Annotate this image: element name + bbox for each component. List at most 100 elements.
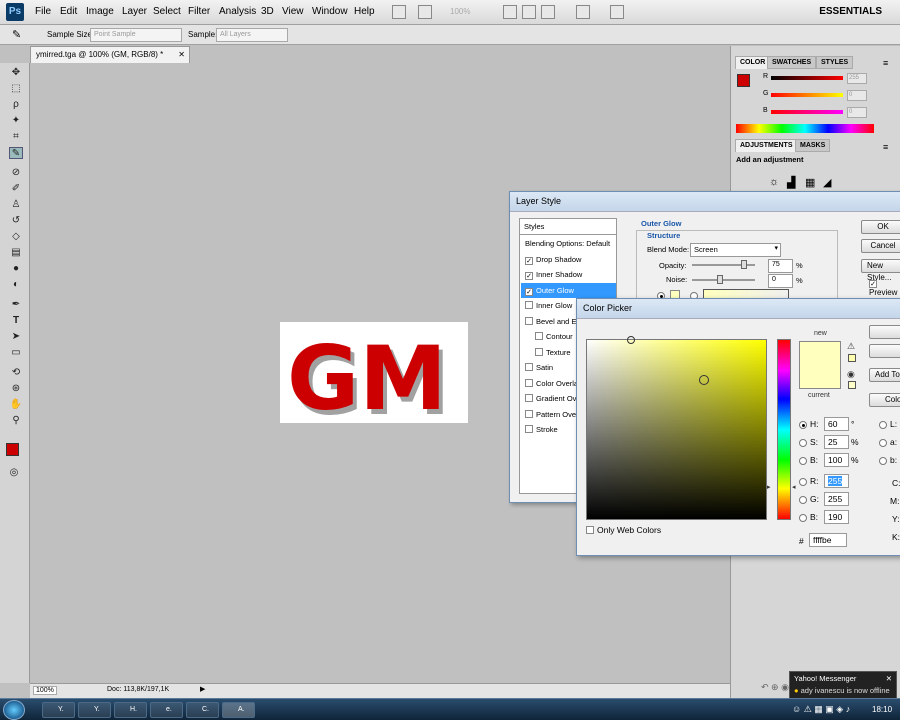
- history-brush-icon[interactable]: ↺: [9, 215, 23, 227]
- menu-view[interactable]: View: [282, 6, 304, 17]
- r-radio[interactable]: [799, 478, 807, 486]
- b-value[interactable]: 0: [847, 107, 867, 118]
- color-picker-title[interactable]: Color Picker: [577, 299, 900, 319]
- s-radio[interactable]: [799, 439, 807, 447]
- curves-icon[interactable]: ▦: [805, 176, 815, 189]
- menu-filter[interactable]: Filter: [188, 6, 210, 17]
- menu-file[interactable]: File: [35, 6, 51, 17]
- tab-color[interactable]: COLOR: [735, 56, 771, 69]
- g-radio[interactable]: [799, 496, 807, 504]
- menu-select[interactable]: Select: [153, 6, 181, 17]
- only-web-colors-checkbox[interactable]: Only Web Colors: [586, 525, 661, 535]
- crop-tool-icon[interactable]: ⌗: [9, 131, 23, 143]
- style-item-checkbox[interactable]: [525, 378, 533, 387]
- style-item-checkbox[interactable]: [525, 301, 533, 309]
- task-yahoo-2[interactable]: Y.: [78, 702, 111, 718]
- foreground-color-swatch[interactable]: [6, 443, 19, 456]
- yahoo-messenger-notification[interactable]: Yahoo! Messenger ✕ ● ady ivanescu is now…: [789, 671, 897, 699]
- saturation-brightness-field[interactable]: [586, 336, 767, 520]
- menu-layer[interactable]: Layer: [122, 6, 147, 17]
- 3d-orbit-icon[interactable]: ⊛: [9, 383, 23, 395]
- hue-slider[interactable]: [777, 339, 791, 520]
- clock[interactable]: 18:10: [872, 705, 892, 714]
- pen-tool-icon[interactable]: ✒: [9, 299, 23, 311]
- tray-icons[interactable]: ☺ ⚠ ▦ ▣ ◈ ♪: [792, 704, 850, 715]
- s-input[interactable]: 25: [824, 435, 849, 449]
- style-item-checkbox[interactable]: [525, 316, 533, 325]
- opacity-input[interactable]: 75: [768, 259, 793, 273]
- color-spectrum-bar[interactable]: [736, 124, 874, 133]
- view-extras-icon[interactable]: [418, 5, 432, 19]
- screen-mode-icon[interactable]: [610, 5, 624, 19]
- style-item-checkbox[interactable]: [525, 394, 533, 402]
- task-c[interactable]: C.: [186, 702, 219, 718]
- current-color-swatch[interactable]: [799, 365, 841, 389]
- tab-masks[interactable]: MASKS: [795, 139, 831, 152]
- dodge-tool-icon[interactable]: ◐: [9, 279, 23, 291]
- lab-b-radio[interactable]: [879, 457, 887, 465]
- levels-icon[interactable]: ▟: [787, 176, 795, 189]
- status-zoom[interactable]: 100%: [33, 686, 57, 695]
- h-radio[interactable]: [799, 421, 807, 429]
- marquee-tool-icon[interactable]: ⬚: [9, 83, 23, 95]
- style-item[interactable]: ✓ Inner Shadow: [521, 267, 616, 282]
- path-select-icon[interactable]: ➤: [9, 331, 23, 343]
- blue-radio[interactable]: [799, 514, 807, 522]
- style-item[interactable]: Blending Options: Default: [521, 236, 616, 251]
- hex-input[interactable]: ffffbe: [809, 533, 847, 547]
- arrange-documents-icon[interactable]: [576, 5, 590, 19]
- tab-swatches[interactable]: SWATCHES: [767, 56, 817, 69]
- style-item-checkbox[interactable]: [525, 409, 533, 418]
- tab-adjustments[interactable]: ADJUSTMENTS: [735, 139, 798, 152]
- hue-slider-left-arrow-icon[interactable]: ▸: [767, 483, 771, 491]
- clone-stamp-icon[interactable]: ♙: [9, 199, 23, 211]
- color-picker-cancel-button[interactable]: [869, 344, 900, 358]
- layer-style-title[interactable]: Layer Style: [510, 192, 900, 212]
- type-tool-icon[interactable]: T: [9, 315, 23, 327]
- color-picker-ok-button[interactable]: [869, 325, 900, 339]
- style-item-checkbox[interactable]: ✓: [525, 287, 533, 296]
- task-explorer[interactable]: e.: [150, 702, 183, 718]
- healing-brush-icon[interactable]: ⊘: [9, 167, 23, 179]
- brush-tool-icon[interactable]: ✐: [9, 183, 23, 195]
- 3d-rotate-icon[interactable]: ⟲: [9, 367, 23, 379]
- exposure-icon[interactable]: ◢: [823, 176, 831, 189]
- style-item-checkbox[interactable]: ✓: [525, 272, 533, 280]
- r-value[interactable]: 255: [847, 73, 867, 84]
- b-input[interactable]: 100: [824, 453, 849, 467]
- menu-image[interactable]: Image: [86, 6, 114, 17]
- hue-slider-right-arrow-icon[interactable]: ◂: [792, 483, 796, 491]
- cancel-button[interactable]: Cancel: [861, 239, 900, 253]
- document-image[interactable]: GM GM: [280, 322, 468, 435]
- g-input[interactable]: 255: [824, 492, 849, 506]
- gradient-tool-icon[interactable]: ▤: [9, 247, 23, 259]
- menu-analysis[interactable]: Analysis: [219, 6, 256, 17]
- a-radio[interactable]: [879, 439, 887, 447]
- eraser-tool-icon[interactable]: ◇: [9, 231, 23, 243]
- style-item-checkbox[interactable]: ✓: [525, 256, 533, 265]
- document-tab[interactable]: ymirred.tga @ 100% (GM, RGB/8) * ✕: [30, 46, 190, 63]
- task-h[interactable]: H.: [114, 702, 147, 718]
- workspace-switcher[interactable]: ESSENTIALS: [819, 6, 882, 17]
- l-radio[interactable]: [879, 421, 887, 429]
- g-slider[interactable]: [771, 93, 843, 97]
- color-libraries-button[interactable]: Color: [869, 393, 900, 407]
- menu-edit[interactable]: Edit: [60, 6, 77, 17]
- hand-tool-icon[interactable]: ✋: [9, 399, 23, 411]
- move-tool-icon[interactable]: ✥: [9, 67, 23, 79]
- task-photoshop[interactable]: A.: [222, 702, 255, 718]
- ok-button[interactable]: OK: [861, 220, 900, 234]
- blue-input[interactable]: 190: [824, 510, 849, 524]
- r-slider[interactable]: [771, 76, 843, 80]
- quick-select-tool-icon[interactable]: ✦: [9, 115, 23, 127]
- menu-help[interactable]: Help: [354, 6, 375, 17]
- panel-menu-icon[interactable]: ≡: [883, 142, 888, 152]
- rotate-view-icon[interactable]: [541, 5, 555, 19]
- shape-tool-icon[interactable]: ▭: [9, 347, 23, 359]
- opacity-slider-thumb[interactable]: [741, 260, 747, 269]
- preview-checkbox[interactable]: ✓Preview: [869, 278, 900, 297]
- g-value[interactable]: 0: [847, 90, 867, 101]
- noise-slider[interactable]: [692, 279, 755, 281]
- web-safe-swatch[interactable]: [848, 381, 856, 389]
- eyedropper-icon[interactable]: ✎: [12, 28, 21, 41]
